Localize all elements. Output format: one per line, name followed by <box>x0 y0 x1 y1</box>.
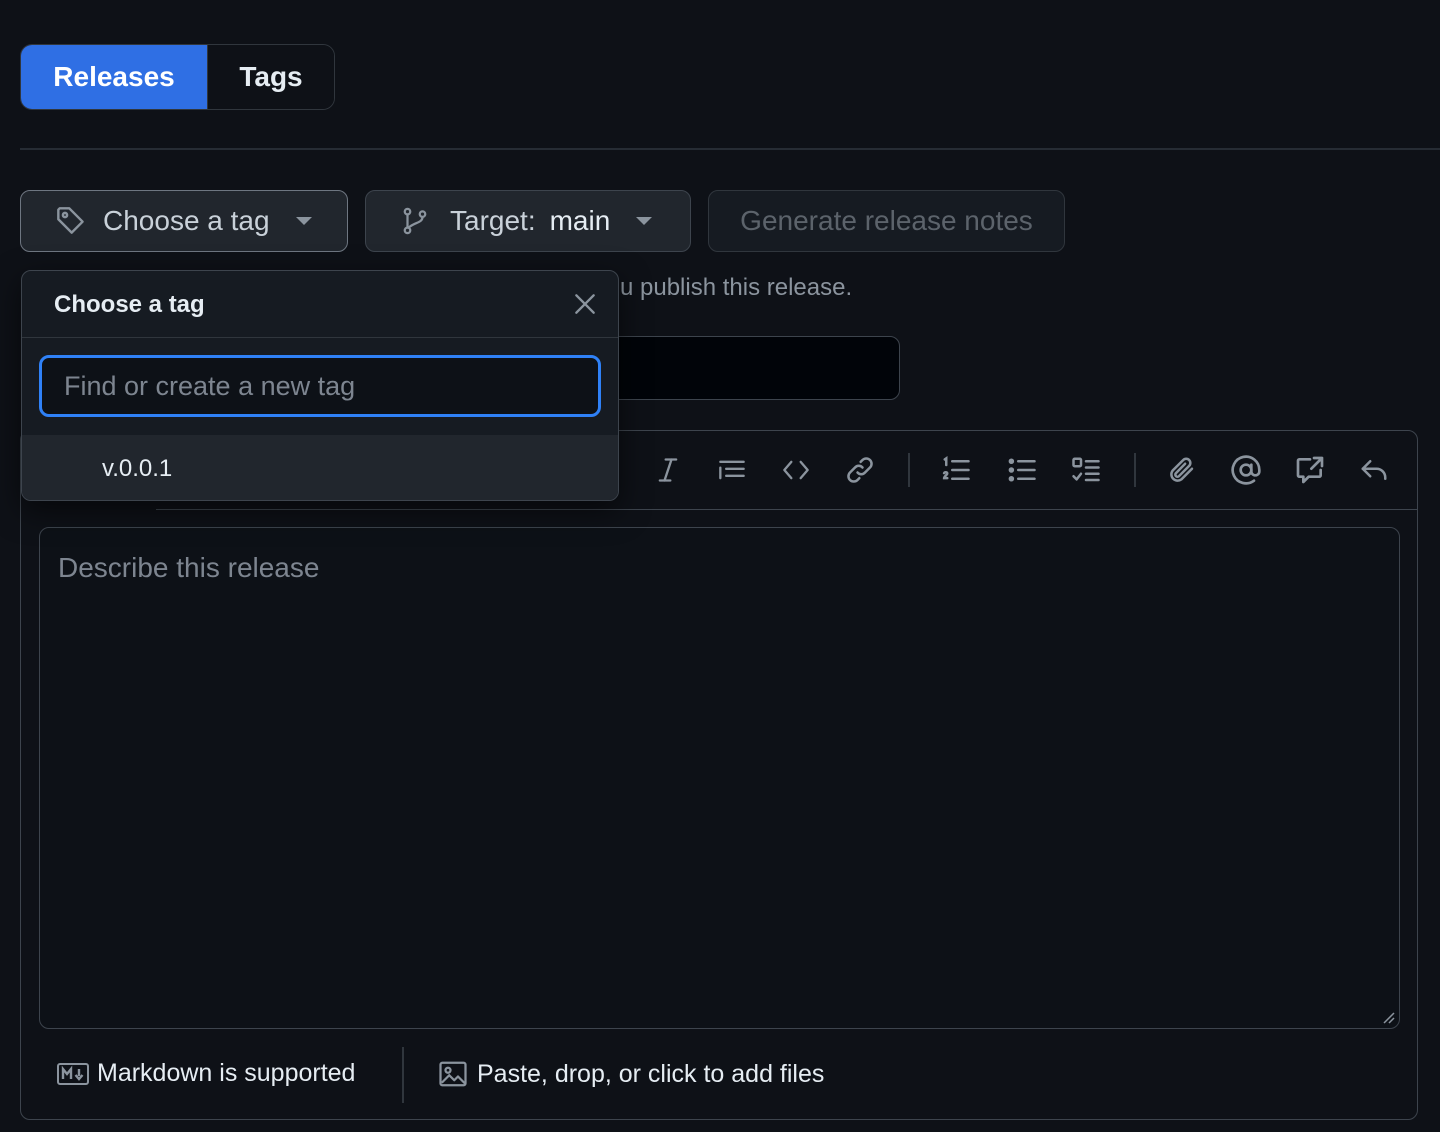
releases-tags-switch: Releases Tags <box>20 44 335 110</box>
tab-tags[interactable]: Tags <box>207 45 334 109</box>
caret-down-icon <box>636 217 653 225</box>
mention-icon[interactable] <box>1229 453 1263 487</box>
target-prefix: Target: <box>450 205 536 236</box>
markdown-icon <box>57 1062 89 1085</box>
target-branch-button[interactable]: Target: main <box>365 190 691 252</box>
choose-tag-dropdown: Choose a tag v.0.0.1 <box>21 270 619 501</box>
target-value: main <box>549 205 611 236</box>
generate-release-notes-button[interactable]: Generate release notes <box>708 190 1065 252</box>
caret-down-icon <box>295 217 312 225</box>
quote-icon[interactable] <box>715 453 749 487</box>
release-title-input[interactable] <box>600 336 900 400</box>
tag-option-label: v.0.0.1 <box>102 455 173 482</box>
link-icon[interactable] <box>843 453 877 487</box>
task-list-icon[interactable] <box>1069 453 1103 487</box>
choose-tag-button[interactable]: Choose a tag <box>20 190 348 252</box>
toolbar-separator <box>1134 453 1136 487</box>
tag-icon <box>55 205 87 237</box>
tag-search-input[interactable] <box>39 355 601 417</box>
choose-tag-label: Choose a tag <box>103 205 270 236</box>
paperclip-icon[interactable] <box>1165 453 1199 487</box>
dropdown-title: Choose a tag <box>54 291 205 318</box>
code-icon[interactable] <box>779 453 813 487</box>
add-files-label: Paste, drop, or click to add files <box>477 1059 825 1088</box>
tab-releases[interactable]: Releases <box>21 45 207 109</box>
unordered-list-icon[interactable] <box>1005 453 1039 487</box>
reply-icon[interactable] <box>1357 453 1391 487</box>
git-branch-icon <box>400 205 430 237</box>
release-body-editor: Describe this release Markdown is suppor… <box>20 430 1418 1120</box>
ordered-list-icon[interactable] <box>939 453 973 487</box>
helper-text: u publish this release. <box>620 274 853 301</box>
markdown-supported-label: Markdown is supported <box>97 1059 356 1087</box>
footer-separator <box>402 1047 404 1103</box>
image-icon <box>437 1059 469 1089</box>
dropdown-header: Choose a tag <box>22 271 618 338</box>
editor-footer: Markdown is supported Paste, drop, or cl… <box>21 1047 1417 1107</box>
italic-icon[interactable] <box>651 453 685 487</box>
cross-reference-icon[interactable] <box>1293 453 1327 487</box>
markdown-supported-note[interactable]: Markdown is supported <box>57 1059 355 1088</box>
toolbar-separator <box>908 453 910 487</box>
divider <box>20 148 1440 150</box>
resize-handle-icon[interactable] <box>1381 1010 1395 1024</box>
tag-option[interactable]: v.0.0.1 <box>22 435 618 500</box>
release-description-textarea[interactable]: Describe this release <box>39 527 1400 1029</box>
description-placeholder: Describe this release <box>58 552 320 583</box>
add-files-button[interactable]: Paste, drop, or click to add files <box>437 1059 824 1089</box>
close-icon[interactable] <box>572 291 598 317</box>
